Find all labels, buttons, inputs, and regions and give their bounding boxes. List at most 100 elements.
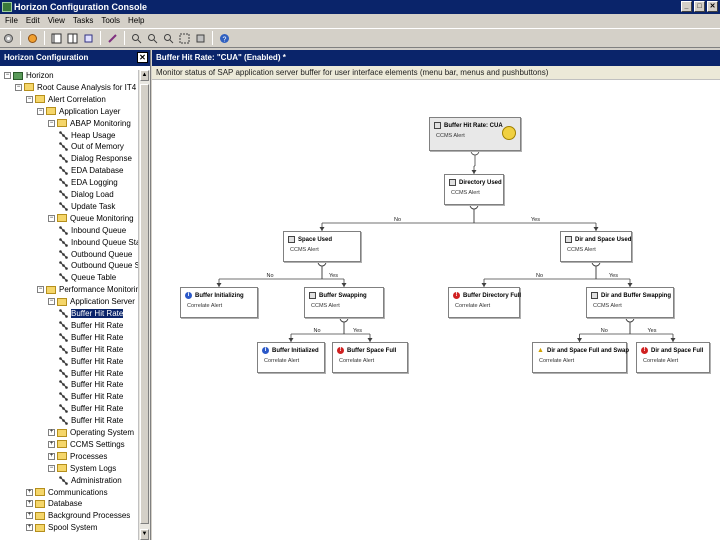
flow-node-dirspaceswap[interactable]: ▲ Dir and Space Full and Swap Correlate Al… [532,342,629,373]
expand-icon[interactable]: + [48,452,55,460]
tree-item-folder[interactable]: − Horizon [4,70,54,81]
gear-icon[interactable] [2,32,15,45]
flow-node-inited[interactable]: i Buffer Initialized Correlate Alert [257,342,325,373]
tree-item-folder[interactable]: − Alert Correlation [26,94,106,105]
menu-help[interactable]: Help [125,14,149,28]
menu-tasks[interactable]: Tasks [70,14,98,28]
tree-item-folder[interactable]: − ABAP Monitoring [48,118,131,129]
toolbar-separator [124,31,125,45]
flow-node-title-text: Buffer Initializing [195,292,244,299]
tree-item-folder[interactable]: − Queue Monitoring [48,213,134,224]
tree-item-node[interactable]: Inbound Queue Status [59,237,138,248]
flow-node-root[interactable]: Buffer Hit Rate: CUA CCMS Alert [429,117,521,151]
menu-edit[interactable]: Edit [23,14,45,28]
tree-item-node[interactable]: Buffer Hit Rate [59,332,123,343]
scroll-thumb[interactable] [140,84,149,524]
tree-item-node[interactable]: Outbound Queue [59,249,132,260]
tree-item-node[interactable]: Queue Table [59,272,116,283]
pane-close-button[interactable]: ✕ [137,52,148,63]
collapse-icon[interactable]: − [48,119,55,127]
zoom-reset-icon[interactable] [162,32,175,45]
tree-item-folder[interactable]: + Operating System [48,427,134,438]
tree-item-folder[interactable]: + Communications [26,487,108,498]
flow-node-dirspacefull[interactable]: ! Dir and Space Full Correlate Alert [636,342,710,373]
layout-icon[interactable] [50,32,63,45]
tree-item-node[interactable]: Buffer Hit Rate [59,320,123,331]
tree-item-node[interactable]: EDA Database [59,165,123,176]
tree-item-folder[interactable]: − Performance Monitoring [37,284,138,295]
layout-split-icon[interactable] [66,32,79,45]
collapse-icon[interactable]: − [48,464,55,472]
flow-node-dirswap[interactable]: Dir and Buffer Swapping CCMS Alert [586,287,674,318]
flow-node-spacefull[interactable]: ! Buffer Space Full Correlate Alert [332,342,408,373]
tree-item-node[interactable]: Buffer Hit Rate [59,308,124,319]
export-icon[interactable] [82,32,95,45]
expand-icon[interactable]: + [26,488,33,496]
collapse-icon[interactable]: − [26,95,33,103]
tree-item-folder[interactable]: + Spool System [26,522,97,533]
tree-item-node[interactable]: Buffer Hit Rate [59,344,123,355]
collapse-icon[interactable]: − [37,107,44,115]
flow-node-dirspace[interactable]: Dir and Space Used CCMS Alert [560,231,632,262]
flow-node-init[interactable]: i Buffer Initializing Correlate Alert [180,287,258,318]
close-button[interactable]: ✕ [707,1,718,12]
tree-item-node[interactable]: Buffer Hit Rate [59,415,123,426]
tree-item-folder[interactable]: − Application Layer [37,106,120,117]
tree-scrollbar[interactable]: ▲ ▼ [138,70,150,540]
tree-item-node[interactable]: Administration [59,475,122,486]
tree-item-folder[interactable]: + Processes [48,451,107,462]
tree-item-folder[interactable]: + CCMS Settings [48,439,125,450]
tree-item-node[interactable]: Heap Usage [59,130,115,141]
flow-node-swap[interactable]: Buffer Swapping CCMS Alert [304,287,384,318]
help-icon[interactable]: ? [218,32,231,45]
collapse-icon[interactable]: − [48,298,55,306]
menu-view[interactable]: View [45,14,70,28]
tree-item-label: Performance Monitoring [59,285,138,295]
tree-item-folder[interactable]: − Root Cause Analysis for IT4 [15,82,136,93]
tree-item-node[interactable]: Dialog Load [59,189,114,200]
expand-icon[interactable]: + [26,512,33,520]
flow-node-dir[interactable]: Directory Used CCMS Alert [444,174,504,205]
tree-item-node[interactable]: Buffer Hit Rate [59,391,123,402]
flow-node-space[interactable]: Space Used CCMS Alert [283,231,361,262]
pen-icon[interactable] [106,32,119,45]
flow-node-title: ! Buffer Space Full [337,347,396,354]
zoom-fit-icon[interactable] [178,32,191,45]
tree-item-node[interactable]: Inbound Queue [59,225,126,236]
tree-item-node[interactable]: Out of Memory [59,141,124,152]
collapse-icon[interactable]: − [15,83,22,91]
collapse-icon[interactable]: − [48,214,55,222]
expand-icon[interactable]: + [48,429,55,436]
tree-item-node[interactable]: Dialog Response [59,153,132,164]
tree-item-node[interactable]: Buffer Hit Rate [59,379,123,390]
flow-node-dirfull[interactable]: ! Buffer Directory Full Correlate Alert [448,287,521,318]
tree-item-node[interactable]: Update Task [59,201,115,212]
collapse-icon[interactable]: − [37,286,44,294]
tree-item-folder[interactable]: − System Logs [48,463,116,474]
scroll-up-arrow[interactable]: ▲ [140,70,149,81]
tree-item-label: Application Layer [59,106,121,116]
tree-item-folder[interactable]: + Background Processes [26,510,130,521]
flow-node-type: CCMS Alert [290,247,319,253]
menu-tools[interactable]: Tools [98,14,125,28]
tree-item-node[interactable]: Buffer Hit Rate [59,368,123,379]
expand-icon[interactable]: + [26,500,33,508]
minimize-button[interactable]: _ [681,1,692,12]
flow-canvas[interactable]: No Yes No Yes No Yes No Yes No Yes Buffer Hit Rat… [152,82,720,540]
expand-icon[interactable]: + [48,440,55,448]
tree-item-folder[interactable]: + Database [26,498,82,509]
refresh-icon[interactable] [26,32,39,45]
expand-icon[interactable]: + [26,524,33,532]
tree-item-node[interactable]: Outbound Queue Status [59,260,138,271]
scroll-down-arrow[interactable]: ▼ [140,529,149,540]
zoom-in-icon[interactable] [130,32,143,45]
collapse-icon[interactable]: − [4,72,11,79]
tree-item-node[interactable]: Buffer Hit Rate [59,403,123,414]
zoom-select-icon[interactable] [194,32,207,45]
maximize-button[interactable]: □ [694,1,705,12]
menu-file[interactable]: File [2,14,23,28]
tree-item-node[interactable]: Buffer Hit Rate [59,356,123,367]
zoom-out-icon[interactable] [146,32,159,45]
tree-item-node[interactable]: EDA Logging [59,177,118,188]
tree-item-folder[interactable]: − Application Server [48,296,135,307]
